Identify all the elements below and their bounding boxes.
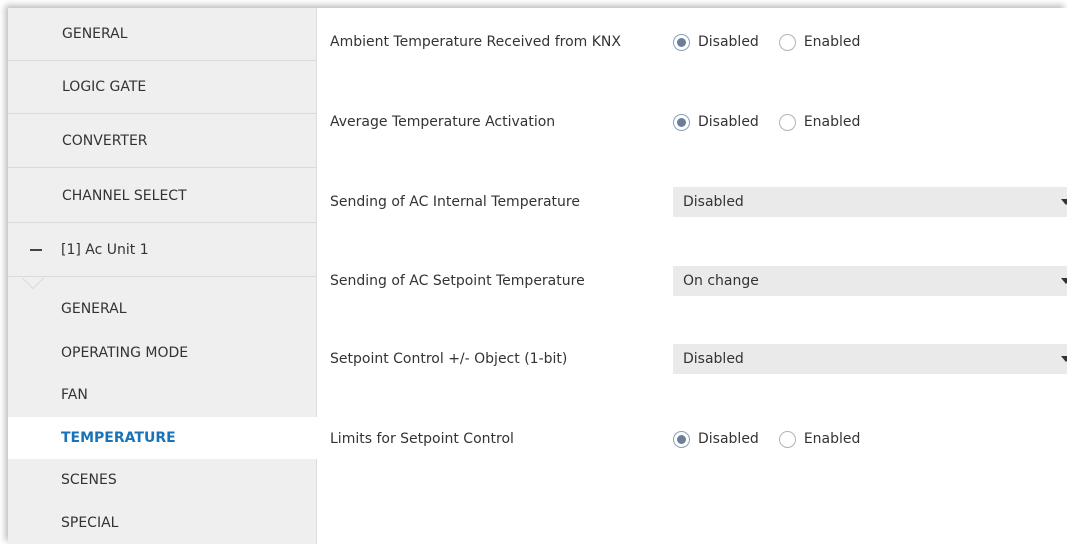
parameter-panel: Ambient Temperature Received from KNX Di… bbox=[317, 8, 1067, 544]
sidebar-item-converter[interactable]: CONVERTER bbox=[8, 115, 316, 168]
radio-enabled[interactable]: Enabled bbox=[778, 33, 860, 51]
sidebar-subitem-operating-mode[interactable]: OPERATING MODE bbox=[8, 332, 316, 374]
sidebar-subitem-scenes[interactable]: SCENES bbox=[8, 459, 316, 501]
radio-disabled[interactable]: Disabled bbox=[673, 33, 759, 51]
param-average-temperature: Average Temperature Activation Disabled … bbox=[330, 107, 1067, 137]
param-label: Limits for Setpoint Control bbox=[330, 431, 514, 447]
sidebar-item-ac-unit-1[interactable]: [1] Ac Unit 1 bbox=[8, 224, 316, 277]
param-label: Sending of AC Internal Temperature bbox=[330, 194, 580, 210]
setpoint-temperature-select[interactable]: On change bbox=[673, 266, 1067, 296]
param-label: Setpoint Control +/- Object (1-bit) bbox=[330, 351, 568, 367]
param-label: Ambient Temperature Received from KNX bbox=[330, 34, 621, 50]
radio-enabled[interactable]: Enabled bbox=[778, 430, 860, 448]
internal-temperature-select[interactable]: Disabled bbox=[673, 187, 1067, 217]
radio-disabled[interactable]: Disabled bbox=[673, 430, 759, 448]
radio-disabled[interactable]: Disabled bbox=[673, 113, 759, 131]
parameter-window: GENERAL LOGIC GATE CONVERTER CHANNEL SEL… bbox=[8, 8, 1067, 544]
radio-unchecked-icon[interactable] bbox=[778, 430, 796, 448]
chevron-down-icon[interactable] bbox=[1061, 199, 1067, 205]
radio-group: Disabled Enabled bbox=[673, 107, 880, 137]
radio-group: Disabled Enabled bbox=[673, 424, 880, 454]
radio-checked-icon[interactable] bbox=[673, 430, 690, 448]
chevron-down-icon[interactable] bbox=[1061, 278, 1067, 284]
sidebar-item-general[interactable]: GENERAL bbox=[8, 8, 316, 61]
param-setpoint-temperature: Sending of AC Setpoint Temperature On ch… bbox=[330, 266, 1067, 296]
sidebar: GENERAL LOGIC GATE CONVERTER CHANNEL SEL… bbox=[8, 8, 318, 544]
param-internal-temperature: Sending of AC Internal Temperature Disab… bbox=[330, 187, 1067, 217]
sidebar-item-channel-select[interactable]: CHANNEL SELECT bbox=[8, 170, 316, 223]
chevron-down-icon[interactable] bbox=[1061, 356, 1067, 362]
radio-checked-icon[interactable] bbox=[673, 113, 690, 131]
param-setpoint-control-object: Setpoint Control +/- Object (1-bit) Disa… bbox=[330, 344, 1067, 374]
param-label: Average Temperature Activation bbox=[330, 114, 556, 130]
sidebar-subitem-general[interactable]: GENERAL bbox=[8, 288, 316, 330]
sidebar-item-logic-gate[interactable]: LOGIC GATE bbox=[8, 61, 316, 114]
param-label: Sending of AC Setpoint Temperature bbox=[330, 273, 585, 289]
radio-group: Disabled Enabled bbox=[673, 27, 880, 57]
radio-enabled[interactable]: Enabled bbox=[778, 113, 860, 131]
sidebar-subitem-temperature[interactable]: TEMPERATURE bbox=[8, 417, 318, 459]
param-limits-setpoint-control: Limits for Setpoint Control Disabled Ena… bbox=[330, 424, 1067, 454]
radio-checked-icon[interactable] bbox=[673, 33, 690, 51]
radio-unchecked-icon[interactable] bbox=[778, 113, 796, 131]
collapse-icon[interactable] bbox=[30, 249, 42, 251]
setpoint-control-select[interactable]: Disabled bbox=[673, 344, 1067, 374]
sidebar-subitem-fan[interactable]: FAN bbox=[8, 374, 316, 416]
sidebar-subitem-special[interactable]: SPECIAL bbox=[8, 502, 316, 544]
radio-unchecked-icon[interactable] bbox=[778, 33, 796, 51]
param-ambient-temperature: Ambient Temperature Received from KNX Di… bbox=[330, 27, 1067, 57]
